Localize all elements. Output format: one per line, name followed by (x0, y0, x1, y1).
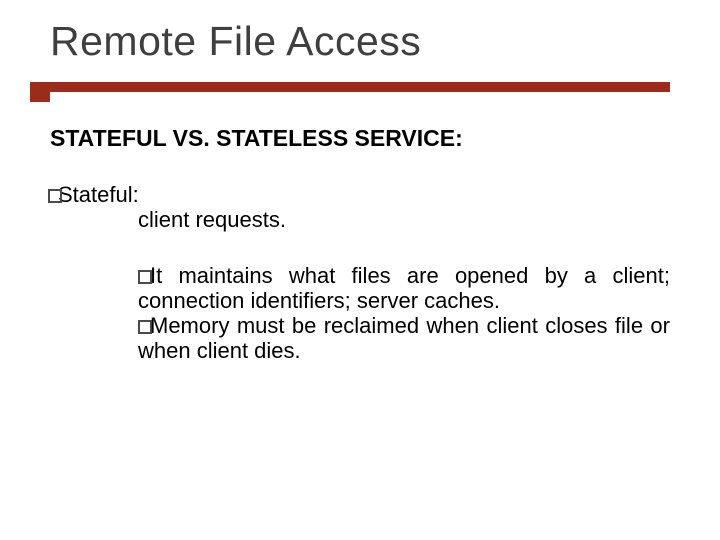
accent-square (30, 82, 50, 102)
section-subtitle: STATEFUL VS. STATELESS SERVICE: (50, 125, 463, 152)
sub-list: It maintains what files are opened by a … (138, 263, 670, 364)
stateful-heading: Stateful: (50, 182, 670, 207)
page-title: Remote File Access (50, 18, 421, 65)
content-block: Stateful: client requests. It maintains … (50, 182, 670, 364)
list-item-text: Memory must be reclaimed when client clo… (138, 313, 670, 363)
list-item-text: It maintains what files are opened by a … (138, 263, 670, 313)
stateful-line2: client requests. (138, 207, 670, 232)
slide: { "title": "Remote File Access", "subtit… (0, 0, 720, 540)
list-item: Memory must be reclaimed when client clo… (138, 313, 670, 364)
square-bullet-icon (48, 189, 62, 203)
list-item: It maintains what files are opened by a … (138, 263, 670, 314)
stateful-label: Stateful: (58, 182, 139, 207)
accent-rule (50, 82, 670, 92)
